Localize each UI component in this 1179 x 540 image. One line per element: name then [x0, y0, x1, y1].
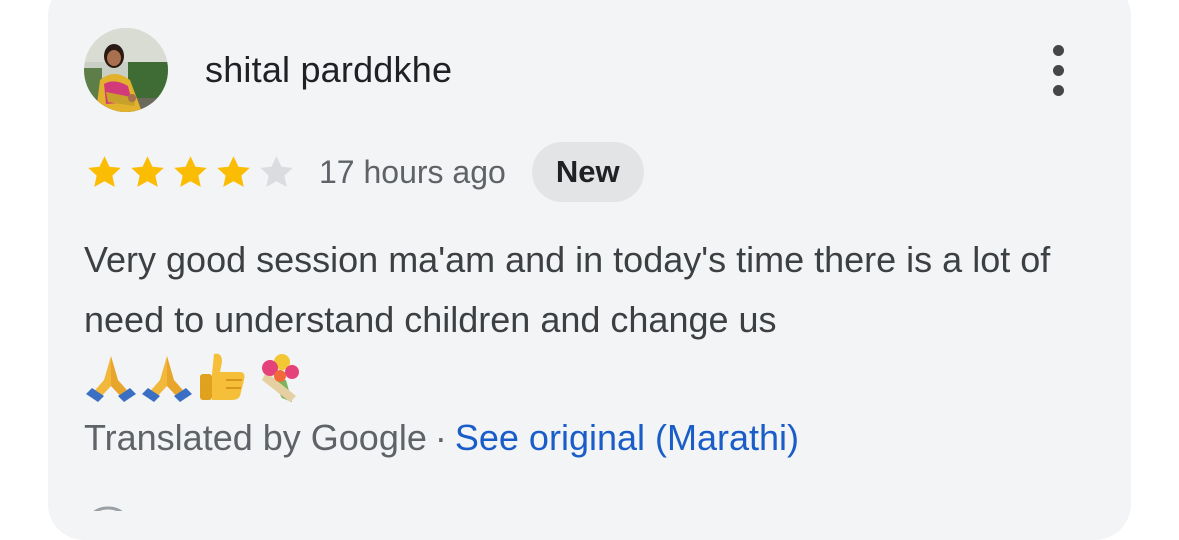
separator: · — [434, 417, 447, 458]
review-emojis — [84, 348, 306, 404]
star-rating — [84, 152, 297, 193]
avatar-photo — [84, 28, 168, 112]
folded-hands-emoji — [142, 356, 192, 402]
new-badge: New — [531, 142, 644, 202]
review-meta: 17 hours ago New — [84, 142, 644, 202]
avatar[interactable] — [84, 28, 168, 112]
review-timestamp: 17 hours ago — [319, 153, 506, 190]
more-vert-icon-dot — [1052, 64, 1064, 76]
star-empty-icon — [260, 155, 293, 187]
translation-info: Translated by Google · See original (Mar… — [84, 410, 799, 466]
star-filled-icon — [217, 155, 250, 187]
reviewer-name[interactable]: shital parddkhe — [205, 49, 452, 91]
more-options-button[interactable] — [1034, 40, 1082, 100]
partial-avatar-icon — [93, 506, 123, 511]
more-vert-icon-dot — [1052, 84, 1064, 96]
translated-by-label: Translated by Google — [84, 417, 427, 458]
review-text: Very good session ma'am and in today's t… — [84, 239, 1051, 340]
next-review-avatar-partial — [88, 500, 128, 511]
more-vert-icon — [1052, 44, 1064, 56]
star-filled-icon — [88, 155, 121, 187]
see-original-link[interactable]: See original (Marathi) — [455, 417, 799, 459]
thumbs-up-emoji — [200, 353, 245, 400]
folded-hands-emoji — [86, 356, 136, 402]
star-filled-icon — [131, 155, 164, 187]
review-header: shital parddkhe — [84, 28, 452, 112]
star-filled-icon — [174, 155, 207, 187]
bouquet-emoji — [262, 354, 299, 402]
